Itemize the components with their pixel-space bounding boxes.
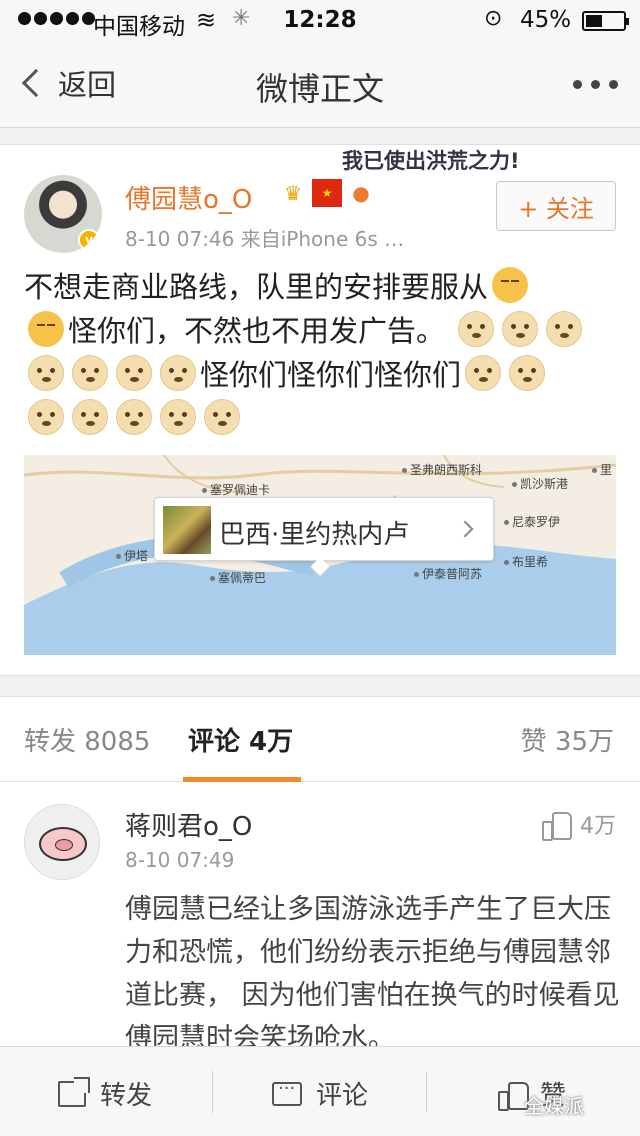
comment-like-count: 4万 [580,814,616,839]
post-card: v 傅园慧o_O ♛ ★ ● 我已使出洪荒之力! 8-10 07:46 来自iP… [0,144,640,676]
location-map[interactable]: 圣弗朗西斯科 塞罗佩迪卡 凯沙斯港 里 伊塔 塞佩蒂巴 尼泰罗伊 伊泰普阿苏 布… [24,455,616,655]
page-title: 微博正文 [255,70,384,108]
map-label: 里 [592,461,612,478]
verified-badge-icon: v [78,229,100,251]
toolbar-divider [426,1071,427,1113]
tab-likes[interactable]: 赞 35万 [521,721,614,758]
doge-emoji-icon [502,311,539,347]
battery-icon [582,11,629,31]
post-text-line-3: 怪你们怪你们怪你们 [200,358,462,392]
comment-icon [272,1078,302,1106]
comment-text: 傅园慧已经让多国游泳选手产生了巨大压力和恐慌，他们纷纷表示拒绝与傅园慧邻道比赛，… [125,894,620,1054]
doge-emoji-icon [160,399,196,435]
doge-emoji-icon [204,399,240,435]
sad-emoji-icon [492,267,529,303]
map-label: 塞罗佩迪卡 [202,481,270,498]
post-meta: 8-10 07:46 来自iPhone 6s … [125,227,405,251]
comment-button[interactable]: 评论 [272,1075,368,1112]
tab-reposts[interactable]: 转发 8085 [24,721,150,758]
status-bar: 中国移动 ≋ ✳ 12:28 ⊙ 45% [0,0,640,40]
map-label: 伊泰普阿苏 [414,565,482,582]
map-label: 凯沙斯港 [512,475,568,492]
interaction-tabs: 转发 8085 评论 4万 赞 35万 [0,696,640,782]
doge-emoji-icon [116,399,152,435]
map-label: 伊塔 [116,547,148,564]
map-label: 布里希 [504,553,548,570]
weibo-post-screen: 中国移动 ≋ ✳ 12:28 ⊙ 45% 返回 微博正文 v 傅园慧o_O ♛ … [0,0,640,1136]
repost-button[interactable]: 转发 [58,1075,152,1112]
more-options-icon[interactable] [573,80,618,89]
doge-emoji-icon [458,311,495,347]
comment-like-button[interactable]: 4万 [542,808,616,841]
tab-comments[interactable]: 评论 4万 [188,721,293,758]
doge-emoji-icon [546,311,583,347]
commenter-avatar[interactable] [24,804,100,880]
china-flag-icon[interactable]: ★ [312,179,342,207]
doge-emoji-icon [72,355,108,391]
doge-emoji-icon [509,355,546,391]
map-label: 尼泰罗伊 [504,513,560,530]
doge-emoji-icon [116,355,152,391]
slogan-banner: 我已使出洪荒之力! [342,149,520,173]
crown-icon[interactable]: ♛ [278,179,308,207]
toolbar-divider [212,1071,213,1113]
post-text-line-2: 怪你们，不然也不用发广告。 [68,314,446,348]
doge-emoji-icon [160,355,196,391]
comment-item: 蒋则君o_O 8-10 07:49 4万 傅园慧已经让多国游泳选手产生了巨大压力… [0,782,640,1054]
map-label: 塞佩蒂巴 [210,569,266,586]
repost-label: 转发 [100,1081,153,1111]
user-avatar[interactable]: v [24,175,102,253]
comment-time: 8-10 07:49 [125,848,235,872]
chevron-right-icon [456,520,474,538]
doge-emoji-icon [28,355,64,391]
thumbs-up-icon [542,810,572,841]
pig-avatar-icon [39,827,87,861]
location-card[interactable]: 巴西·里约热内卢 [154,497,494,577]
balloon-icon[interactable]: ● [346,179,376,207]
comment-label: 评论 [316,1081,369,1111]
post-username[interactable]: 傅园慧o_O [125,179,252,216]
user-badges: ♛ ★ ● [278,179,376,207]
location-thumbnail [163,506,211,554]
post-text-line-1: 不想走商业路线，队里的安排要服从 [24,270,489,304]
post-text: 不想走商业路线，队里的安排要服从 怪你们，不然也不用发广告。 怪你们怪你们怪你们 [24,265,620,441]
location-name: 巴西·里约热内卢 [219,520,410,550]
orientation-lock-icon: ⊙ [484,6,503,31]
doge-emoji-icon [465,355,502,391]
repost-icon [58,1076,90,1107]
doge-emoji-icon [28,399,64,435]
sad-emoji-icon [28,311,64,347]
doge-emoji-icon [72,399,108,435]
nav-bar: 返回 微博正文 [0,40,640,128]
commenter-name[interactable]: 蒋则君o_O [125,806,252,843]
watermark: 全媒派 [524,1094,584,1118]
battery-percent: 45% [520,7,572,33]
follow-button[interactable]: + 关注 [496,181,616,231]
map-label: 圣弗朗西斯科 [402,461,482,478]
